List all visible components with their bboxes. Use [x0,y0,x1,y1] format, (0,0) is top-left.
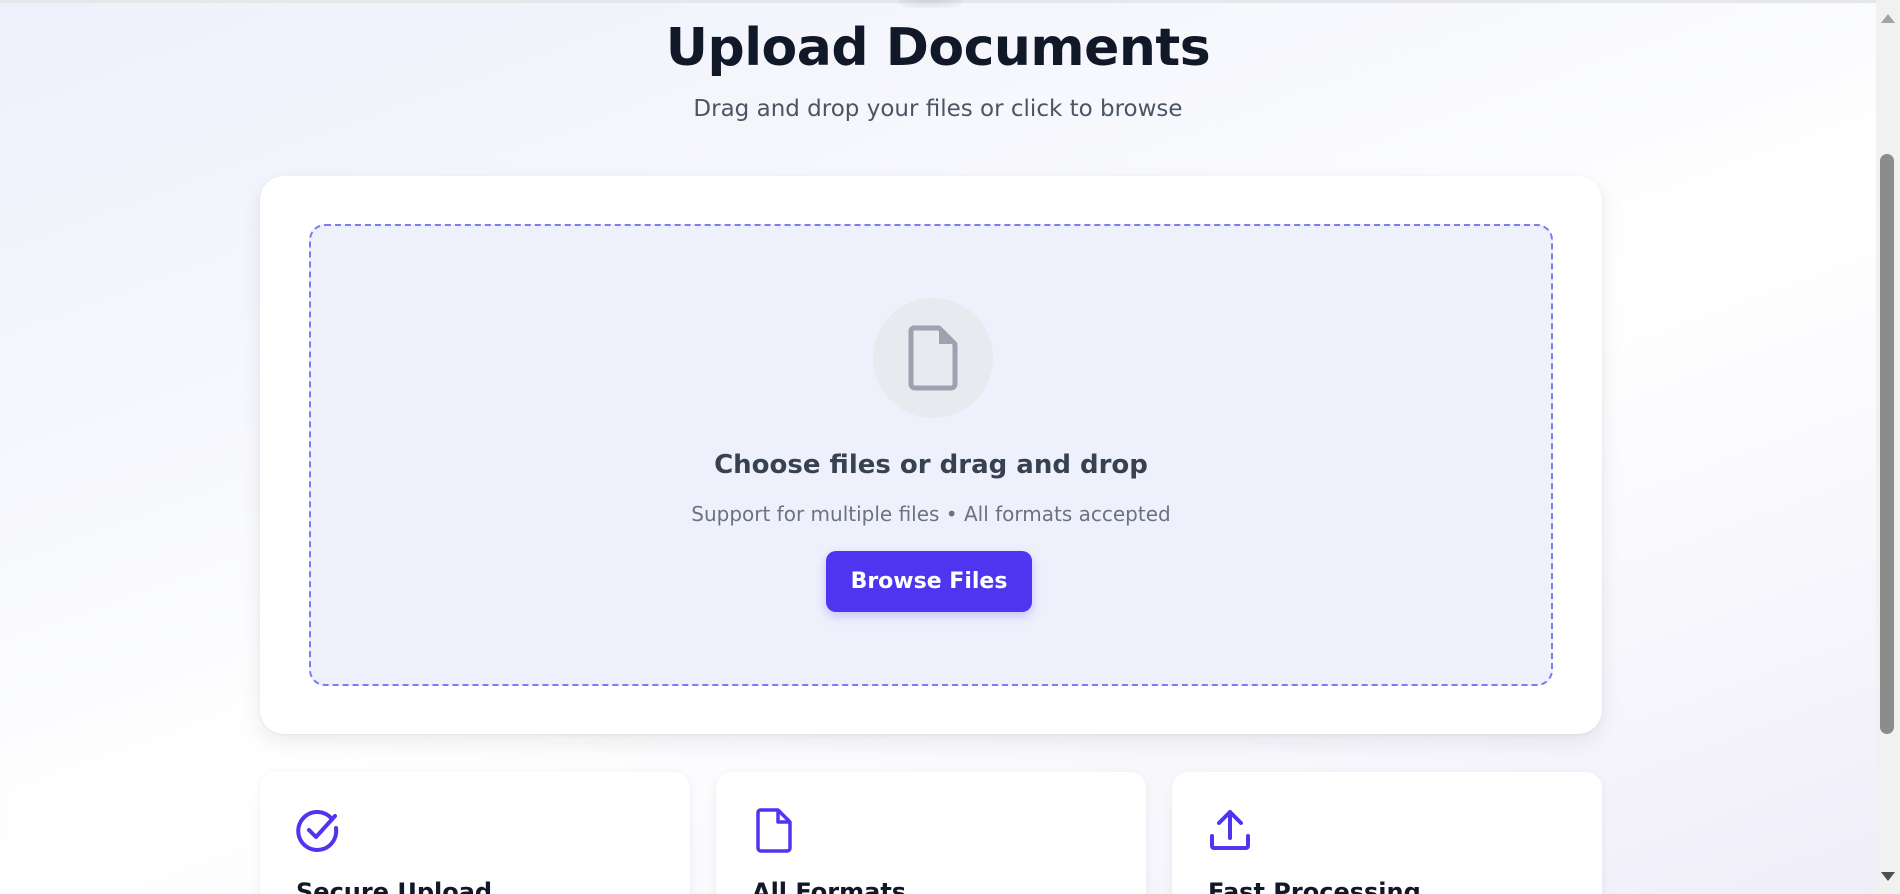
browse-files-button[interactable]: Browse Files [826,551,1032,612]
feature-label: All Formats [752,878,907,894]
feature-label: Fast Processing [1208,878,1421,894]
dropzone-support-text: Support for multiple files • All formats… [691,502,1171,526]
dropzone-title: Choose files or drag and drop [714,450,1148,480]
page-subtitle: Drag and drop your files or click to bro… [693,96,1183,122]
file-icon [756,808,792,853]
feature-card-secure-upload: Secure Upload [260,772,690,894]
scroll-down-arrow-icon[interactable] [1881,872,1895,881]
upload-card: Choose files or drag and drop Support fo… [260,176,1602,734]
feature-label: Secure Upload [296,878,493,894]
feature-card-all-formats: All Formats [716,772,1146,894]
check-circle-icon [296,809,339,852]
scroll-thumb[interactable] [1880,154,1894,734]
vertical-scrollbar[interactable] [1876,0,1900,894]
dropzone[interactable]: Choose files or drag and drop Support fo… [309,224,1553,686]
file-icon-circle [873,298,993,418]
top-shadow [898,0,962,8]
scroll-up-arrow-icon[interactable] [1881,14,1895,23]
upload-icon [1210,810,1250,850]
page-title: Upload Documents [665,18,1211,78]
feature-card-fast-processing: Fast Processing [1172,772,1602,894]
file-icon [908,325,958,391]
